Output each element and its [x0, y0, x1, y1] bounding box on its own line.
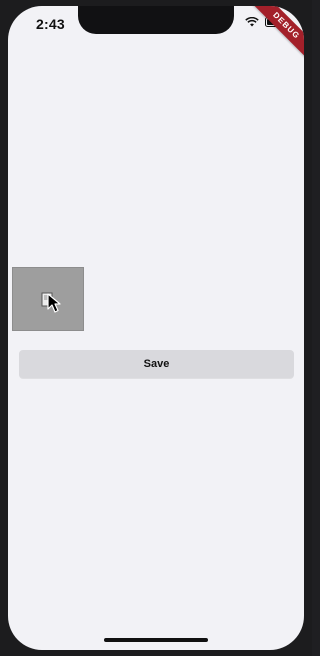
device-frame: 2:43 DEBUG Save	[0, 0, 312, 656]
device-notch	[78, 6, 234, 34]
wifi-icon	[245, 17, 259, 27]
status-time: 2:43	[36, 16, 65, 32]
image-placeholder[interactable]	[12, 267, 84, 331]
cursor-icon	[47, 293, 63, 313]
save-button[interactable]: Save	[19, 350, 294, 378]
app-screen: 2:43 DEBUG Save	[8, 6, 304, 650]
debug-banner: DEBUG	[244, 6, 304, 68]
home-indicator	[104, 638, 208, 642]
